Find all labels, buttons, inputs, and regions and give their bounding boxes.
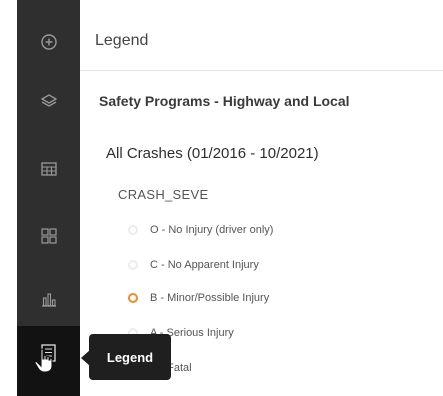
table-icon: [40, 161, 58, 177]
table-button[interactable]: [17, 140, 80, 198]
panel-title: Legend: [95, 32, 149, 49]
hand-cursor-icon: [33, 348, 55, 374]
add-circle-icon: [40, 33, 58, 51]
layers-icon: [40, 92, 58, 110]
add-button[interactable]: [17, 13, 80, 71]
grid-icon: [40, 227, 58, 245]
legend-item-label: C - No Apparent Injury: [150, 259, 259, 271]
legend-item: O - No Injury (driver only): [128, 220, 273, 240]
side-toolbar: [17, 0, 80, 396]
legend-item: B - Minor/Possible Injury: [128, 288, 269, 308]
legend-item-label: O - No Injury (driver only): [150, 224, 274, 236]
sublayer-name: All Crashes (01/2016 - 10/2021): [106, 145, 319, 162]
circle-symbol-icon: [128, 293, 138, 303]
circle-symbol-icon: [128, 225, 138, 235]
grid-button[interactable]: [17, 207, 80, 265]
legend-button[interactable]: [17, 326, 80, 396]
circle-symbol-icon: [128, 260, 138, 270]
chart-button[interactable]: [17, 270, 80, 328]
field-name: CRASH_SEVE: [118, 187, 209, 202]
legend-item: C - No Apparent Injury: [128, 255, 259, 275]
layers-button[interactable]: [17, 72, 80, 130]
legend-tooltip: Legend: [89, 334, 171, 380]
app-window: Legend Safety Programs - Highway and Loc…: [0, 0, 443, 396]
bar-chart-icon: [40, 290, 58, 308]
legend-item-label: B - Minor/Possible Injury: [150, 292, 270, 304]
panel-header: Legend: [80, 13, 443, 71]
layer-name: Safety Programs - Highway and Local: [99, 93, 350, 109]
